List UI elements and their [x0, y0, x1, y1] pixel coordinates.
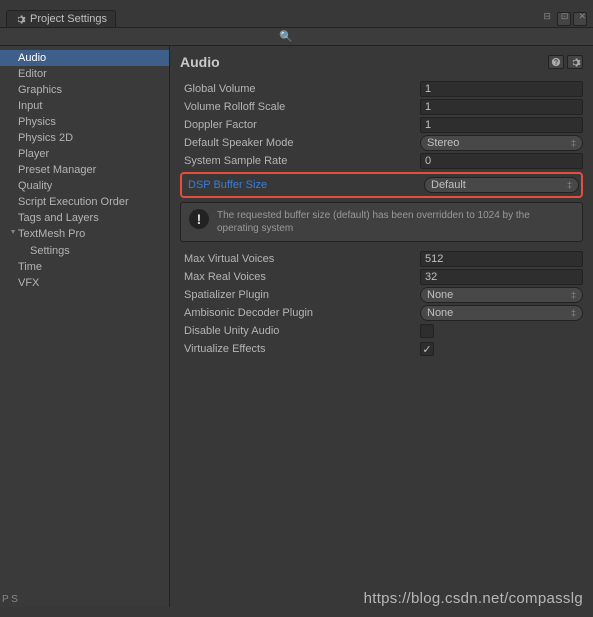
doppler-factor-input[interactable] — [420, 117, 583, 133]
prop-speaker-mode: Default Speaker Mode Stereo — [180, 134, 583, 152]
prop-volume-rolloff: Volume Rolloff Scale — [180, 98, 583, 116]
speaker-mode-dropdown[interactable]: Stereo — [420, 135, 583, 151]
sample-rate-input[interactable] — [420, 153, 583, 169]
sidebar-item-graphics[interactable]: Graphics — [0, 82, 169, 98]
global-volume-input[interactable] — [420, 81, 583, 97]
sidebar-item-audio[interactable]: Audio — [0, 50, 169, 66]
ambisonic-dropdown[interactable]: None — [420, 305, 583, 321]
virtualize-checkbox[interactable] — [420, 342, 434, 356]
sidebar: AudioEditorGraphicsInputPhysicsPhysics 2… — [0, 46, 170, 607]
maximize-icon[interactable]: ⊡ — [558, 10, 572, 23]
sidebar-item-input[interactable]: Input — [0, 98, 169, 114]
search-icon[interactable]: 🔍 — [279, 30, 293, 43]
sidebar-item-script-execution-order[interactable]: Script Execution Order — [0, 194, 169, 210]
window-tab[interactable]: Project Settings — [6, 10, 116, 27]
prop-spatializer: Spatializer Plugin None — [180, 286, 583, 304]
spatializer-dropdown[interactable]: None — [420, 287, 583, 303]
sidebar-item-settings[interactable]: Settings — [0, 243, 169, 259]
sidebar-item-quality[interactable]: Quality — [0, 178, 169, 194]
titlebar: Project Settings — [0, 10, 593, 28]
watermark-left: P S — [2, 594, 18, 605]
prop-global-volume: Global Volume — [180, 80, 583, 98]
max-real-input[interactable] — [420, 269, 583, 285]
help-icon[interactable] — [548, 55, 564, 69]
content-panel: Audio Global Volume Volume Rolloff Scale… — [170, 46, 593, 607]
close-icon[interactable]: ✕ — [575, 10, 589, 23]
minimize-icon[interactable]: ⊟ — [540, 10, 554, 23]
window-controls: ⊟ ⊡ ✕ — [540, 10, 589, 23]
info-icon: ! — [189, 209, 209, 229]
highlighted-dsp-row: DSP Buffer Size Default — [180, 172, 583, 198]
disable-audio-checkbox[interactable] — [420, 324, 434, 338]
prop-max-real: Max Real Voices — [180, 268, 583, 286]
sidebar-item-physics-2d[interactable]: Physics 2D — [0, 130, 169, 146]
prop-disable-audio: Disable Unity Audio — [180, 322, 583, 340]
sidebar-item-physics[interactable]: Physics — [0, 114, 169, 130]
sidebar-item-preset-manager[interactable]: Preset Manager — [0, 162, 169, 178]
sidebar-item-tags-and-layers[interactable]: Tags and Layers — [0, 210, 169, 226]
sidebar-item-time[interactable]: Time — [0, 259, 169, 275]
sidebar-item-vfx[interactable]: VFX — [0, 275, 169, 291]
prop-virtualize: Virtualize Effects — [180, 340, 583, 358]
prop-sample-rate: System Sample Rate — [180, 152, 583, 170]
window-title: Project Settings — [30, 13, 107, 25]
dsp-buffer-dropdown[interactable]: Default — [424, 177, 579, 193]
info-text: The requested buffer size (default) has … — [217, 209, 574, 235]
sidebar-item-textmesh-pro[interactable]: TextMesh Pro — [0, 226, 169, 243]
prop-ambisonic: Ambisonic Decoder Plugin None — [180, 304, 583, 322]
toolbar: 🔍 — [0, 28, 593, 46]
sidebar-item-editor[interactable]: Editor — [0, 66, 169, 82]
watermark: https://blog.csdn.net/compasslg — [364, 590, 583, 607]
content-title: Audio — [180, 54, 220, 70]
volume-rolloff-input[interactable] — [420, 99, 583, 115]
prop-dsp-buffer: DSP Buffer Size Default — [184, 176, 579, 194]
info-box: ! The requested buffer size (default) ha… — [180, 202, 583, 242]
prop-max-virtual: Max Virtual Voices — [180, 250, 583, 268]
gear-icon — [15, 14, 26, 25]
prop-doppler-factor: Doppler Factor — [180, 116, 583, 134]
settings-icon[interactable] — [567, 55, 583, 69]
max-virtual-input[interactable] — [420, 251, 583, 267]
sidebar-item-player[interactable]: Player — [0, 146, 169, 162]
